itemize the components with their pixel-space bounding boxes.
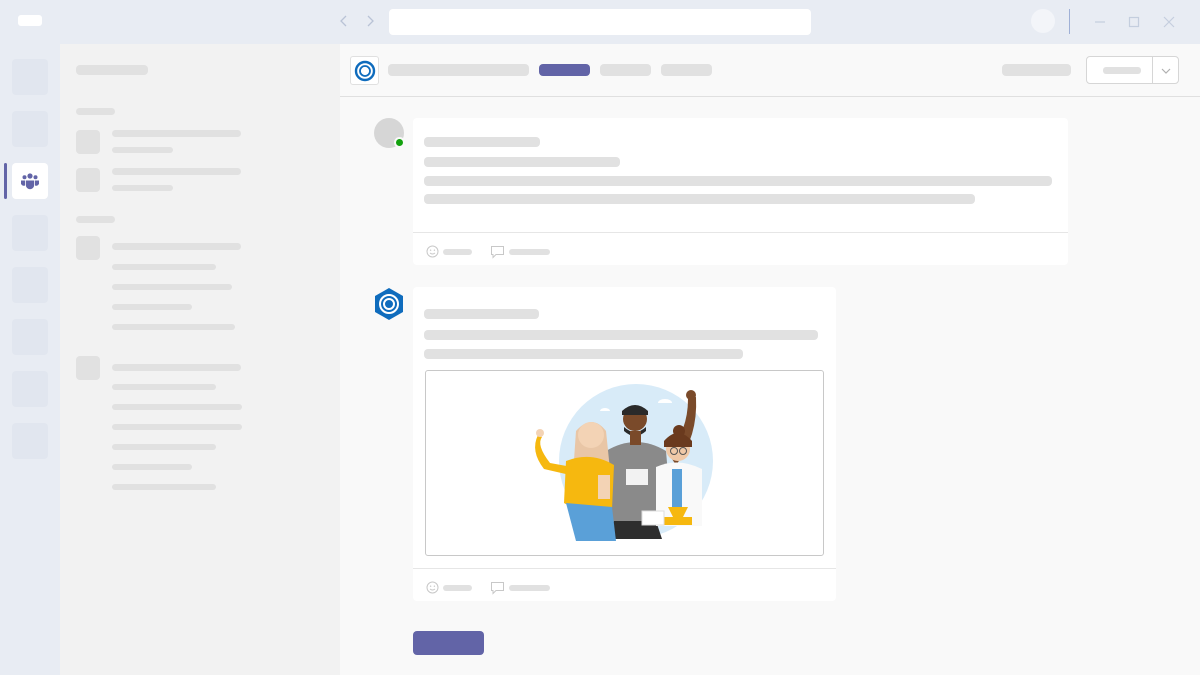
tab-active[interactable] bbox=[539, 64, 590, 76]
channel-item[interactable] bbox=[112, 484, 216, 490]
search-input[interactable] bbox=[389, 9, 811, 35]
team-subtitle bbox=[112, 147, 173, 153]
app-rail bbox=[0, 44, 60, 675]
rail-item[interactable] bbox=[12, 59, 48, 95]
close-icon[interactable] bbox=[1160, 13, 1178, 31]
channel-list-panel bbox=[60, 44, 340, 675]
chevron-right-icon[interactable] bbox=[362, 13, 378, 29]
team-people-illustration[interactable] bbox=[425, 370, 824, 556]
channel-item[interactable] bbox=[112, 304, 192, 310]
message-line bbox=[424, 157, 620, 167]
reaction-button[interactable] bbox=[426, 581, 472, 594]
rail-item-teams[interactable] bbox=[12, 163, 48, 199]
channel-item[interactable] bbox=[112, 464, 192, 470]
section-header bbox=[76, 216, 115, 223]
bot-message-card bbox=[413, 287, 836, 601]
message-sender bbox=[424, 137, 540, 147]
rail-item[interactable] bbox=[12, 319, 48, 355]
reply-count bbox=[509, 585, 550, 591]
team-avatar[interactable] bbox=[76, 236, 100, 260]
reply-button[interactable] bbox=[490, 581, 550, 595]
channel-item[interactable] bbox=[112, 384, 216, 390]
channel-item[interactable] bbox=[112, 264, 216, 270]
team-avatar[interactable] bbox=[76, 356, 100, 380]
conversation-area bbox=[340, 44, 1200, 675]
presence-online-badge bbox=[394, 137, 405, 148]
team-avatar[interactable] bbox=[76, 168, 100, 192]
profile-avatar[interactable] bbox=[1031, 9, 1055, 33]
tab[interactable] bbox=[661, 64, 712, 76]
title-bar bbox=[0, 0, 1200, 44]
reaction-count bbox=[443, 584, 472, 591]
message-line bbox=[424, 176, 1052, 186]
team-avatar[interactable] bbox=[76, 130, 100, 154]
rail-item[interactable] bbox=[12, 215, 48, 251]
rail-item[interactable] bbox=[12, 423, 48, 459]
channel-item[interactable] bbox=[112, 404, 242, 410]
reply-button[interactable] bbox=[490, 245, 550, 259]
rail-item[interactable] bbox=[12, 111, 48, 147]
new-conversation-button[interactable] bbox=[413, 631, 484, 655]
comment-icon bbox=[491, 246, 504, 259]
card-divider bbox=[413, 568, 836, 569]
reaction-button[interactable] bbox=[426, 245, 472, 258]
team-name[interactable] bbox=[112, 243, 241, 250]
rail-item[interactable] bbox=[12, 267, 48, 303]
bot-hexagon-icon bbox=[375, 288, 403, 320]
team-name[interactable] bbox=[112, 364, 241, 371]
reaction-count bbox=[443, 248, 472, 255]
rail-item[interactable] bbox=[12, 371, 48, 407]
bot-logo-icon bbox=[354, 60, 375, 81]
message-line bbox=[424, 349, 743, 359]
dropdown-label bbox=[1103, 67, 1141, 74]
app-logo bbox=[18, 15, 42, 26]
team-name[interactable] bbox=[112, 130, 241, 137]
message-line bbox=[424, 330, 818, 340]
channel-name bbox=[388, 64, 529, 76]
team-subtitle bbox=[112, 185, 173, 191]
card-divider bbox=[413, 232, 1068, 233]
active-indicator bbox=[4, 163, 7, 199]
teams-icon bbox=[21, 173, 39, 190]
comment-icon bbox=[491, 582, 504, 595]
team-name[interactable] bbox=[112, 168, 241, 175]
smile-icon bbox=[426, 581, 439, 594]
message-sender bbox=[424, 309, 539, 319]
people-illustration-image bbox=[535, 384, 713, 541]
meet-dropdown[interactable] bbox=[1086, 56, 1179, 84]
maximize-icon[interactable] bbox=[1125, 13, 1143, 31]
channel-item[interactable] bbox=[112, 324, 235, 330]
minimize-icon[interactable] bbox=[1091, 13, 1109, 31]
channel-header bbox=[340, 44, 1200, 97]
message-card bbox=[413, 118, 1068, 265]
panel-title bbox=[76, 65, 148, 75]
bot-app-icon[interactable] bbox=[350, 56, 379, 85]
section-header bbox=[76, 108, 115, 115]
chevron-down-icon[interactable] bbox=[1158, 63, 1174, 79]
chevron-left-icon[interactable] bbox=[336, 13, 352, 29]
channel-item[interactable] bbox=[112, 424, 242, 430]
header-action[interactable] bbox=[1002, 64, 1071, 76]
channel-item[interactable] bbox=[112, 284, 232, 290]
reply-count bbox=[509, 249, 550, 255]
dropdown-separator bbox=[1152, 57, 1153, 83]
channel-item[interactable] bbox=[112, 444, 216, 450]
smile-icon bbox=[426, 245, 439, 258]
tab[interactable] bbox=[600, 64, 651, 76]
message-line bbox=[424, 194, 975, 204]
bot-avatar[interactable] bbox=[372, 287, 406, 321]
titlebar-divider bbox=[1069, 9, 1070, 34]
